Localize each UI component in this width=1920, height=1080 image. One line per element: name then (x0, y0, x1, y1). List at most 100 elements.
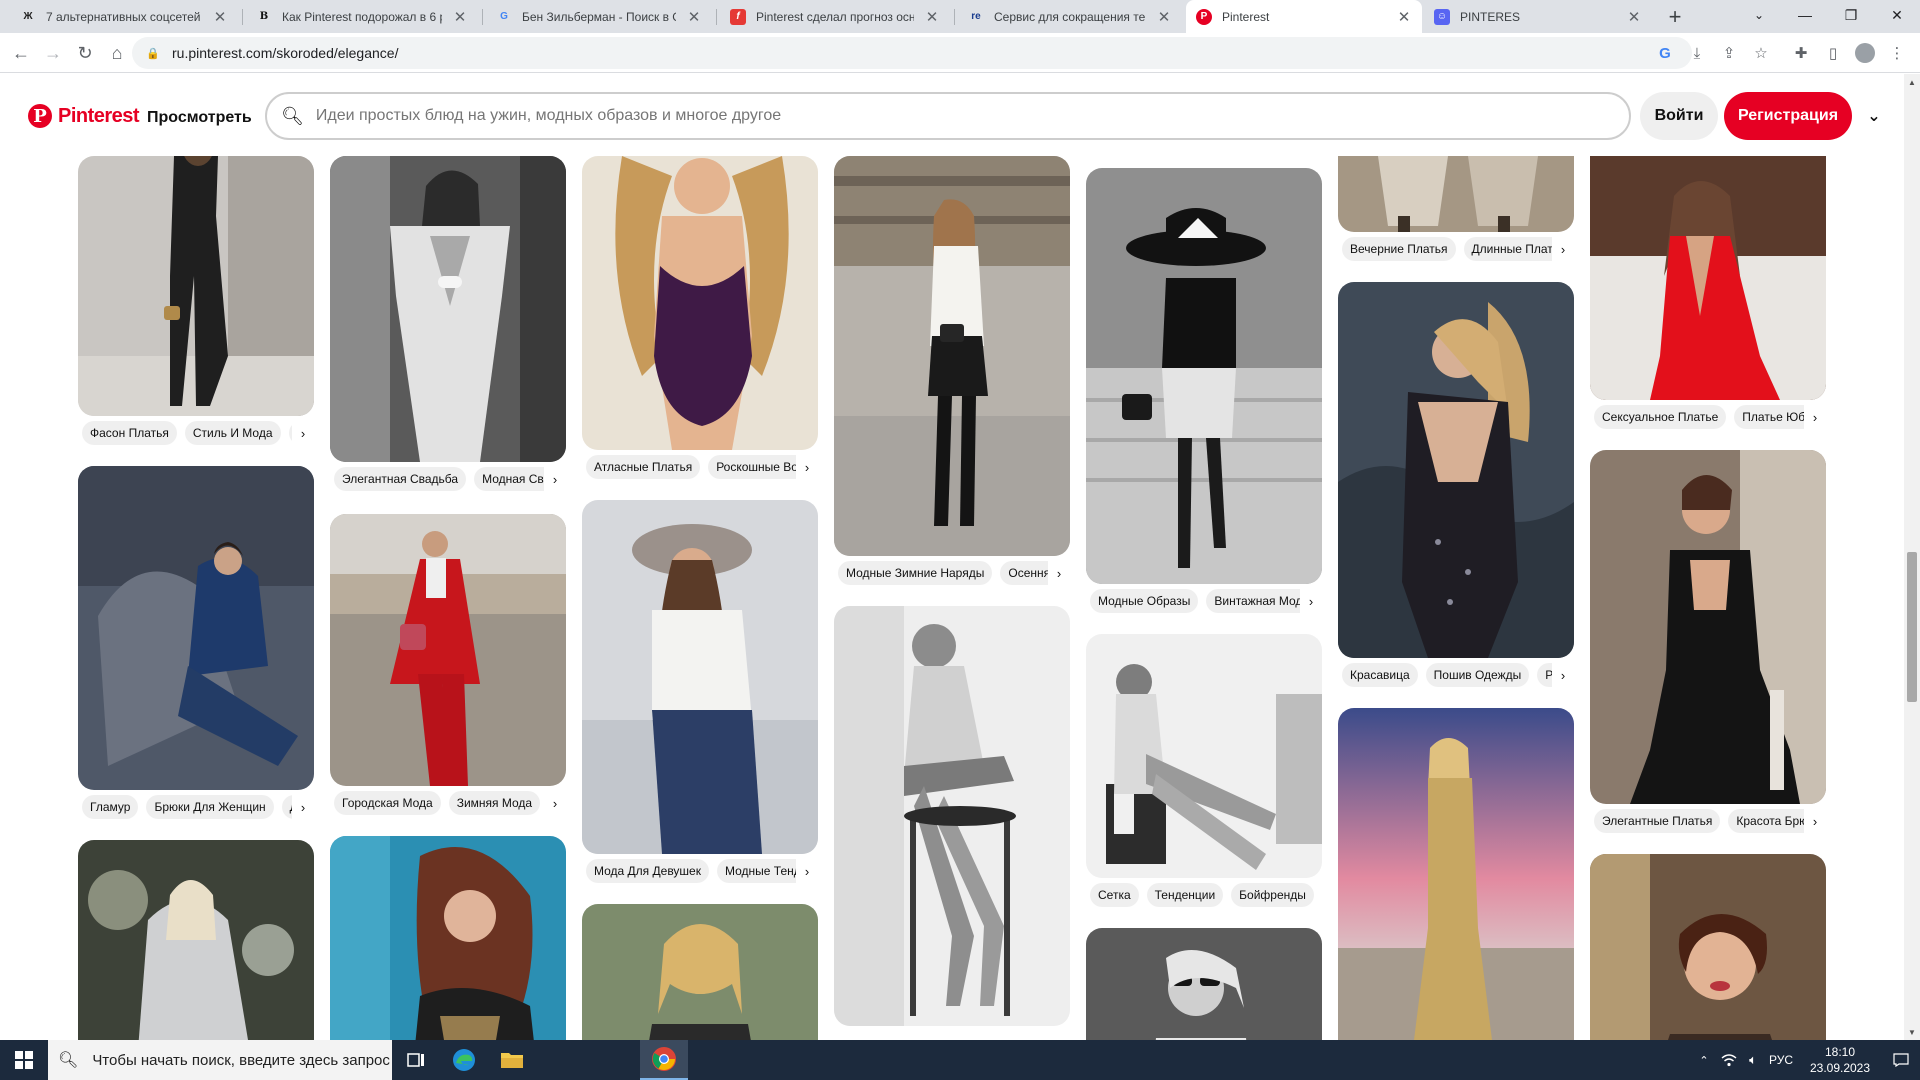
file-explorer-icon[interactable] (488, 1040, 536, 1080)
pin-image[interactable] (330, 514, 566, 786)
pin-card[interactable] (78, 840, 314, 1040)
pin-image[interactable] (330, 836, 566, 1040)
tag-chip[interactable]: Элегантная Свадьба (334, 467, 467, 491)
chevron-right-icon[interactable]: › (1552, 232, 1574, 266)
pin-image[interactable] (1086, 168, 1322, 584)
pin-image[interactable] (582, 904, 818, 1040)
chevron-right-icon[interactable]: › (1804, 804, 1826, 838)
tag-chip[interactable]: Вечерние Платья (1342, 237, 1456, 261)
pin-card[interactable] (1086, 928, 1322, 1040)
close-icon[interactable]: ✕ (924, 8, 940, 26)
tag-chip[interactable]: Бойфренды (1231, 883, 1314, 907)
pin-image[interactable] (1338, 156, 1574, 232)
reload-icon[interactable]: ↻ (70, 38, 100, 68)
tag-chip[interactable]: Сексуальное Платье (1594, 405, 1727, 429)
tag-chip[interactable]: Тенденции (1146, 883, 1224, 907)
pin-card[interactable]: Фасон Платья Стиль И Мода Ро › (78, 156, 314, 450)
chevron-down-icon[interactable]: ⌄ (1862, 104, 1886, 128)
close-icon[interactable]: ✕ (1626, 8, 1642, 26)
pin-image[interactable] (834, 156, 1070, 556)
pin-card[interactable] (834, 606, 1070, 1026)
browse-link[interactable]: Просмотреть (147, 109, 252, 127)
google-lens-icon[interactable]: G (1650, 38, 1680, 68)
task-view-icon[interactable] (392, 1040, 440, 1080)
browser-tab-active[interactable]: P Pinterest ✕ (1186, 0, 1422, 33)
notifications-icon[interactable] (1886, 1040, 1916, 1080)
pin-card[interactable]: Городская Мода Зимняя Мода Г › (330, 514, 566, 820)
close-icon[interactable]: ✕ (686, 8, 702, 26)
minimize-icon[interactable]: — (1782, 0, 1828, 30)
pin-card[interactable] (330, 836, 566, 1040)
close-icon[interactable]: ✕ (1156, 8, 1172, 26)
lock-icon[interactable]: 🔒 (146, 47, 160, 60)
pin-card[interactable]: Атласные Платья Роскошные Воло › (582, 156, 818, 484)
home-icon[interactable]: ⌂ (102, 38, 132, 68)
tag-chip[interactable]: Модные Образы (1090, 589, 1199, 613)
pin-image[interactable] (1086, 634, 1322, 878)
tag-chip[interactable]: Зимняя Мода (448, 791, 541, 815)
chevron-right-icon[interactable]: › (1048, 556, 1070, 590)
install-icon[interactable]: ⤓ (1682, 38, 1712, 68)
tag-chip[interactable]: Сетка (1090, 883, 1139, 907)
forward-icon[interactable]: → (38, 38, 68, 68)
browser-tab-1[interactable]: Ж 7 альтернативных соцсетей дл ✕ (10, 0, 238, 33)
chevron-right-icon[interactable]: › (1804, 400, 1826, 434)
browser-tab-7[interactable]: ☺ PINTERES ✕ (1424, 0, 1652, 33)
kebab-menu-icon[interactable]: ⋮ (1882, 38, 1912, 68)
chevron-right-icon[interactable]: › (544, 462, 566, 496)
tag-chip[interactable]: Гламур (82, 795, 139, 819)
pinterest-logo[interactable]: P Pinterest (28, 104, 140, 128)
clock[interactable]: 18:10 23.09.2023 (1796, 1044, 1884, 1076)
chevron-right-icon[interactable]: › (292, 416, 314, 450)
profile-avatar-icon[interactable] (1850, 38, 1880, 68)
tray-overflow-icon[interactable]: ⌃ (1694, 1040, 1714, 1080)
tag-chip[interactable]: Городская Мода (334, 791, 441, 815)
pin-card[interactable] (582, 904, 818, 1040)
pin-card[interactable]: Сексуальное Платье Платье Юбка › (1590, 156, 1826, 434)
tag-chip[interactable]: Модные Зимние Наряды (838, 561, 993, 585)
signup-button[interactable]: Регистрация (1724, 92, 1852, 140)
search-input[interactable] (315, 107, 1629, 125)
close-icon[interactable]: ✕ (452, 8, 468, 26)
back-icon[interactable]: ← (6, 38, 36, 68)
pin-image[interactable] (834, 606, 1070, 1026)
side-panel-icon[interactable]: ▯ (1818, 38, 1848, 68)
start-button[interactable] (0, 1040, 48, 1080)
tag-chip[interactable]: Стиль И Мода (184, 421, 281, 445)
volume-icon[interactable]: 🔈︎ (1742, 1040, 1764, 1080)
address-bar[interactable]: 🔒 ru.pinterest.com/skoroded/elegance/ (132, 37, 1692, 69)
tag-chip[interactable]: Брюки Для Женщин (146, 795, 274, 819)
chevron-right-icon[interactable]: › (1552, 658, 1574, 692)
pin-card[interactable] (1338, 708, 1574, 1040)
restore-icon[interactable]: ❐ (1828, 0, 1874, 30)
chevron-right-icon[interactable]: › (544, 786, 566, 820)
search-bar[interactable]: 🔍︎ (265, 92, 1631, 140)
pin-card[interactable] (1590, 854, 1826, 1040)
browser-tab-5[interactable]: re Сервис для сокращения текста ✕ (958, 0, 1182, 33)
close-icon[interactable]: ✕ (1396, 8, 1412, 26)
pin-card[interactable]: Модные Зимние Наряды Осенняя › (834, 156, 1070, 590)
pin-card[interactable]: Сетка Тенденции Бойфренды (1086, 634, 1322, 912)
edge-icon[interactable] (440, 1040, 488, 1080)
scrollbar-thumb[interactable] (1907, 552, 1917, 702)
chevron-right-icon[interactable]: › (796, 450, 818, 484)
pin-image[interactable] (1086, 928, 1322, 1040)
extensions-icon[interactable]: ✚ (1786, 38, 1816, 68)
pin-image[interactable] (78, 840, 314, 1040)
close-icon[interactable]: ✕ (212, 8, 228, 26)
pin-image[interactable] (582, 156, 818, 450)
chevron-right-icon[interactable]: › (796, 854, 818, 888)
tag-chip[interactable]: Пошив Одежды (1425, 663, 1530, 687)
close-window-icon[interactable]: ✕ (1874, 0, 1920, 30)
pin-image[interactable] (78, 156, 314, 416)
share-icon[interactable]: ⇪ (1714, 38, 1744, 68)
chrome-icon[interactable] (640, 1040, 688, 1080)
tab-search-icon[interactable]: ⌄ (1736, 0, 1782, 30)
login-button[interactable]: Войти (1640, 92, 1718, 140)
pin-card[interactable]: Гламур Брюки Для Женщин Ди › (78, 466, 314, 824)
browser-tab-2[interactable]: B Как Pinterest подорожал в 6 ра ✕ (246, 0, 478, 33)
pin-card[interactable]: Элегантная Свадьба Модная Свад › (330, 156, 566, 496)
browser-tab-3[interactable]: G Бен Зильберман - Поиск в Goo ✕ (486, 0, 712, 33)
page-scrollbar[interactable]: ▲ ▼ (1904, 74, 1920, 1040)
pin-image[interactable] (1338, 282, 1574, 658)
